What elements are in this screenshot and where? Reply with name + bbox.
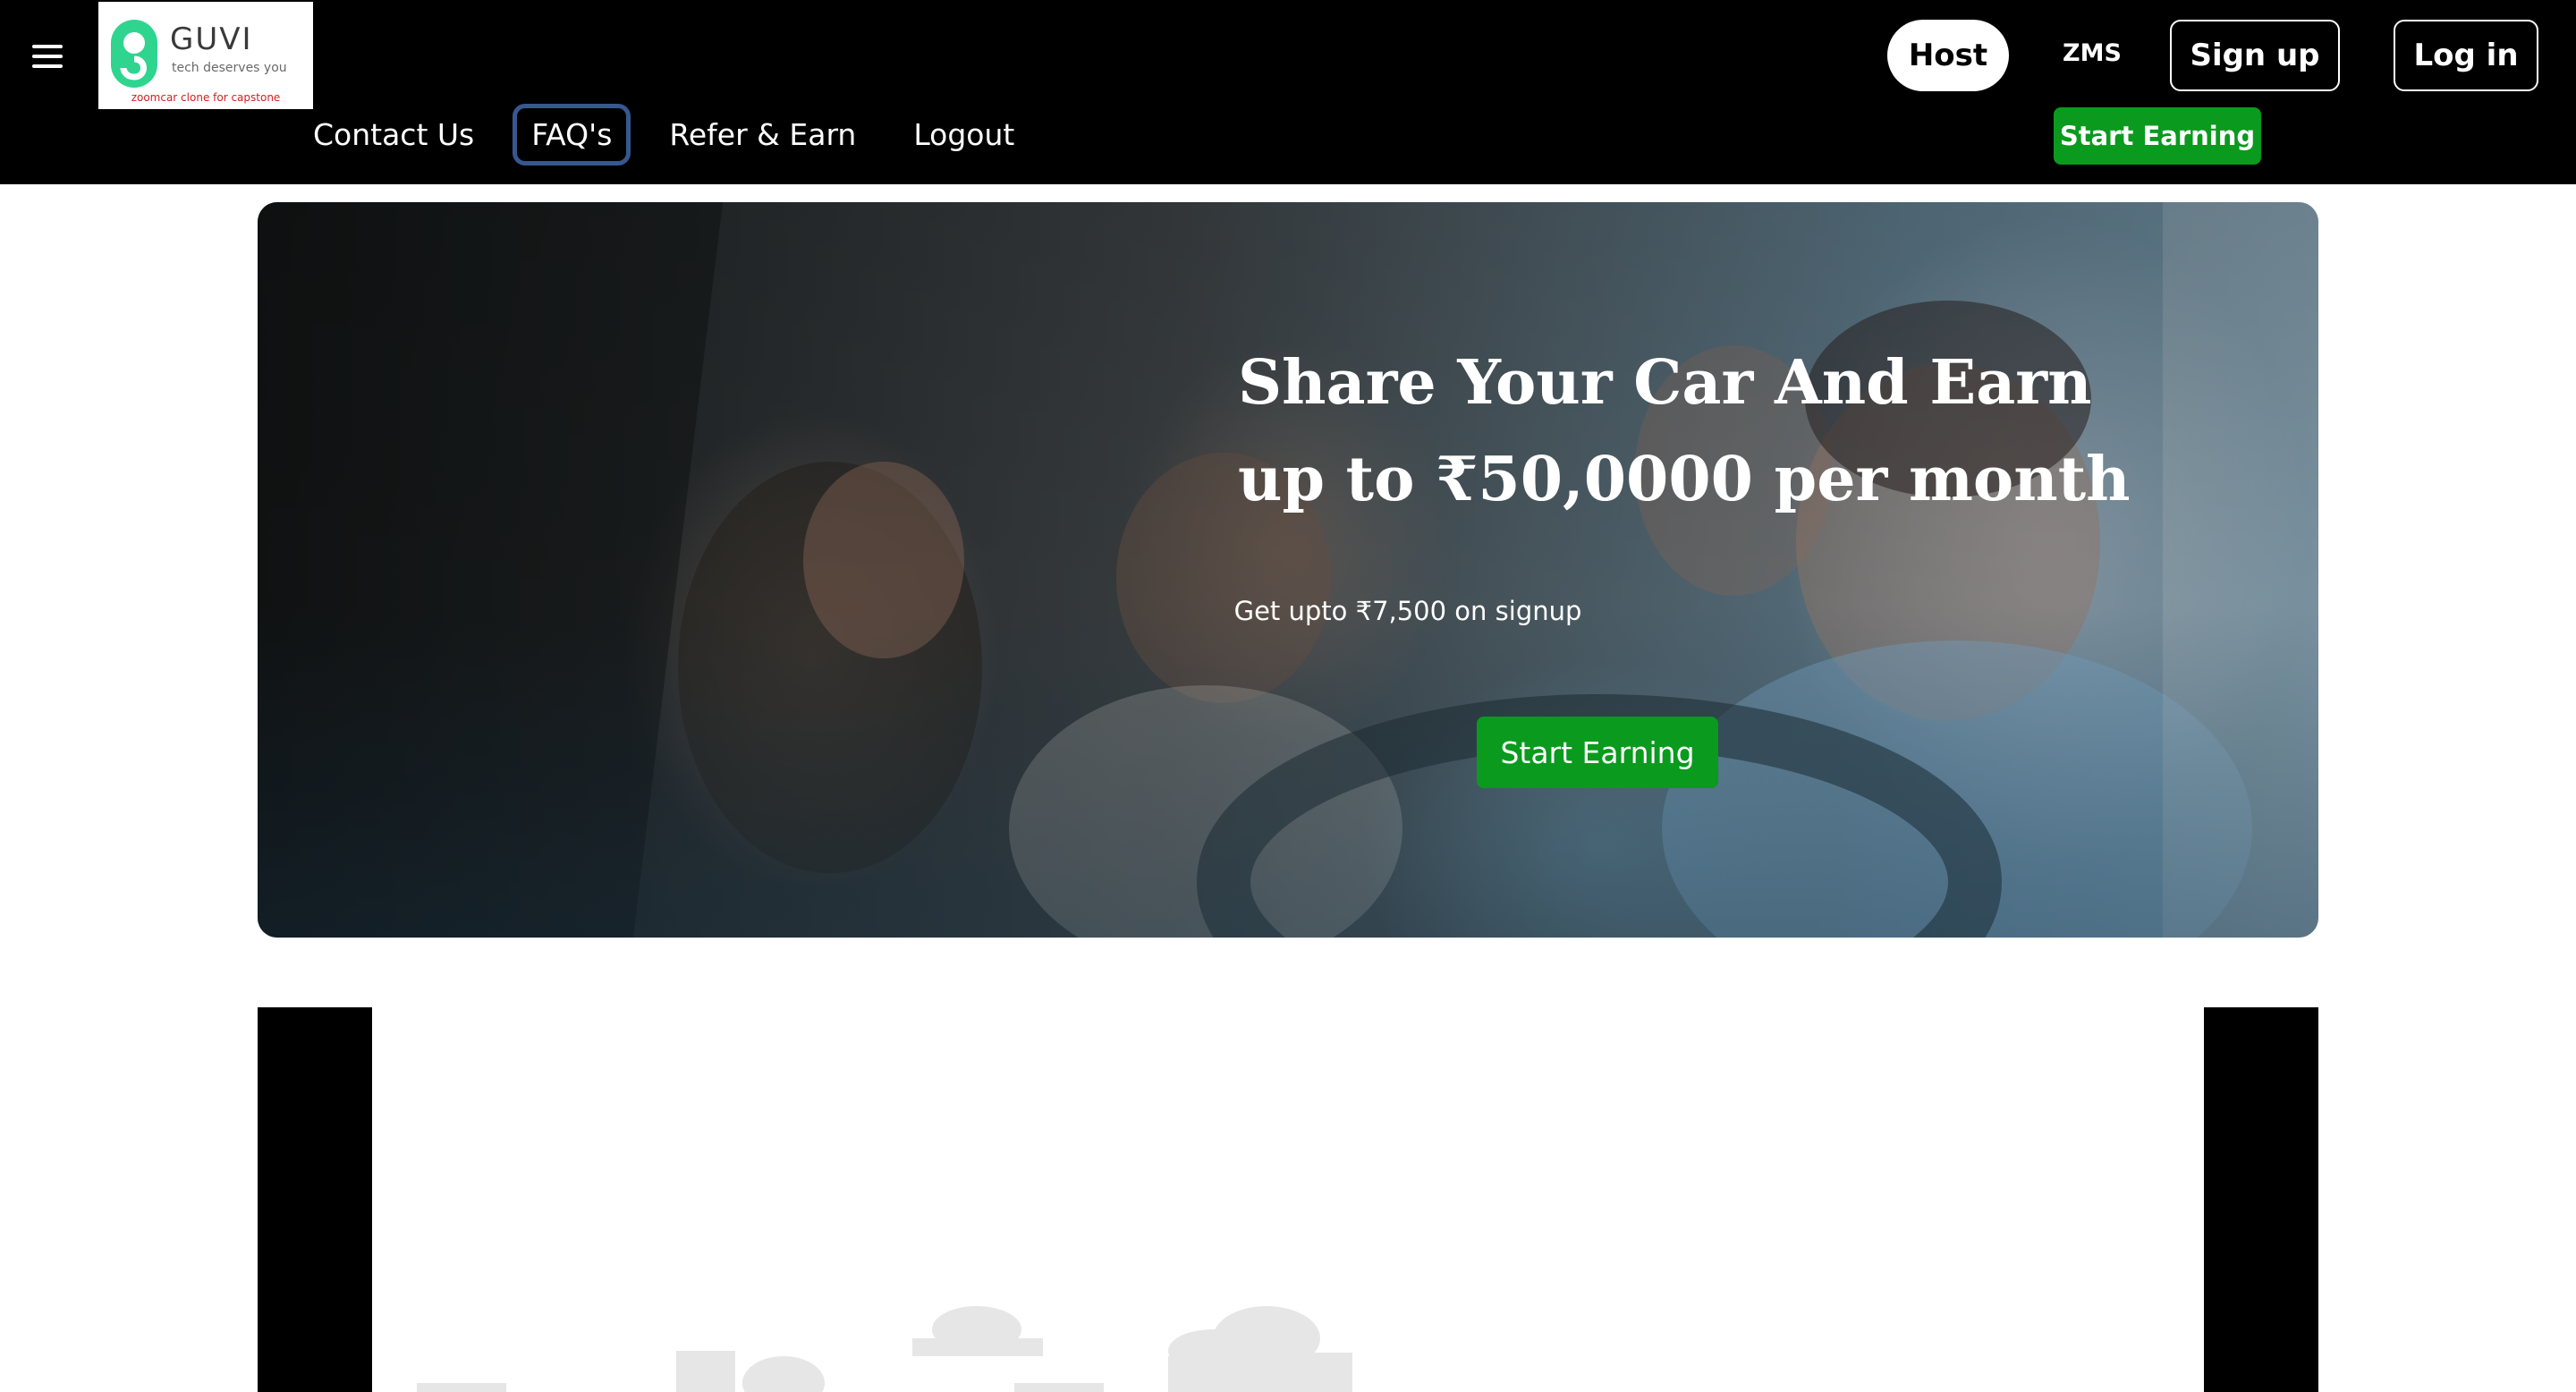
nav-contact-us[interactable]: Contact Us xyxy=(313,117,474,152)
logo-tagline: tech deserves you xyxy=(172,61,287,75)
nav-faqs[interactable]: FAQ's xyxy=(513,103,631,166)
city-skyline-illustration xyxy=(417,1306,1352,1392)
top-navbar: GUVI tech deserves you zoomcar clone for… xyxy=(0,0,2576,184)
secondary-banner xyxy=(258,1007,2318,1392)
hero-title-line-1: Share Your Car And Earn xyxy=(1238,347,2092,419)
main-nav-links: Contact Us FAQ's Refer & Earn Logout xyxy=(284,100,1043,168)
hamburger-menu-icon[interactable] xyxy=(32,43,68,70)
sign-up-button[interactable]: Sign up xyxy=(2170,20,2340,91)
hero-subtitle: Get upto ₹7,500 on signup xyxy=(1233,596,1582,626)
hero-banner: Share Your Car And Earn up to ₹50,0000 p… xyxy=(258,202,2318,938)
guvi-logo-mark-icon xyxy=(111,20,157,88)
nav-logout[interactable]: Logout xyxy=(913,117,1014,152)
logo-caption: zoomcar clone for capstone xyxy=(131,91,281,104)
zms-link[interactable]: ZMS xyxy=(2063,39,2122,67)
guvi-logo[interactable]: GUVI tech deserves you zoomcar clone for… xyxy=(98,2,313,109)
hero-start-earning-button[interactable]: Start Earning xyxy=(1477,717,1718,788)
banner-left-bar xyxy=(258,1007,372,1392)
banner-right-bar xyxy=(2204,1007,2318,1392)
logo-name: GUVI xyxy=(170,21,253,57)
nav-start-earning-button[interactable]: Start Earning xyxy=(2054,107,2261,165)
host-button[interactable]: Host xyxy=(1887,20,2009,91)
hero-title-line-2: up to ₹50,0000 per month xyxy=(1238,444,2131,515)
log-in-button[interactable]: Log in xyxy=(2394,20,2538,91)
hero-title: Share Your Car And Earn up to ₹50,0000 p… xyxy=(1238,335,2132,528)
nav-refer-earn[interactable]: Refer & Earn xyxy=(669,117,856,152)
hero-overlay xyxy=(258,202,2318,938)
